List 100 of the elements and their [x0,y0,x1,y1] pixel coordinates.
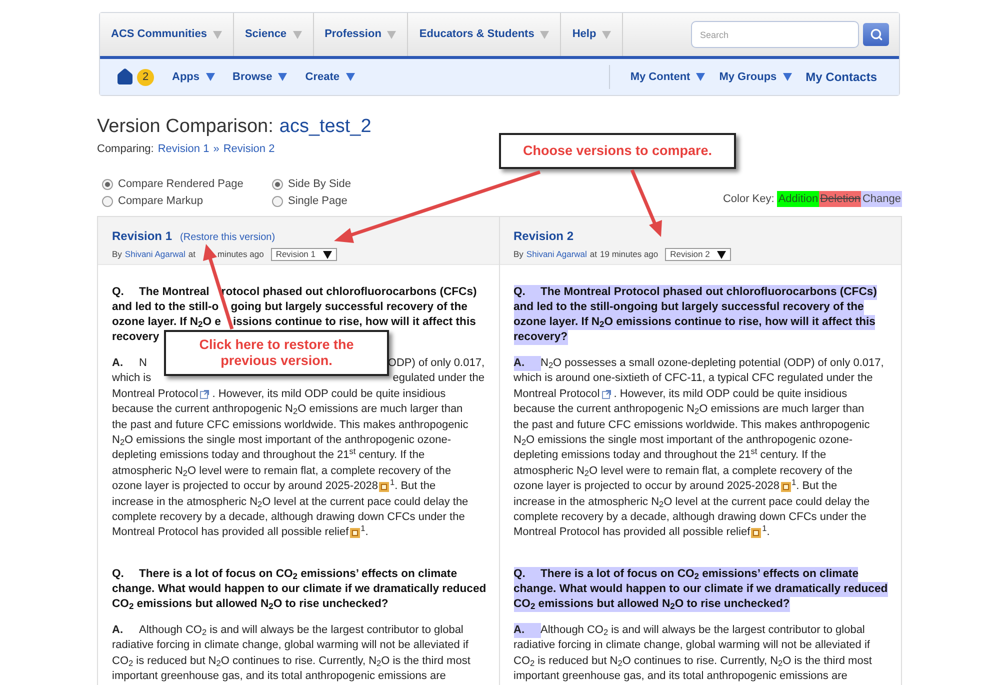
radio-label: Compare Rendered Page [118,177,244,192]
restore-link[interactable]: (Restore this version) [180,230,276,245]
question-text: going but largely successful recovery of the [230,300,468,315]
question-text: CO$_{2}$ emissions but allowed N$_{2}$O to rise unchecked? [514,596,790,612]
radio-button[interactable] [272,196,283,206]
answer-text: N [139,356,147,371]
question-text: ozone layer. If N$_{2}$O e [112,315,221,330]
caret-icon [387,30,396,38]
nav-menu-item[interactable]: Browse [232,68,288,86]
external-link-icon[interactable] [602,388,612,399]
page-title: Version Comparison: [97,116,274,138]
radio-button[interactable] [102,196,113,206]
at-label: at [590,248,597,261]
revision-link[interactable]: Revision 1 [158,141,210,157]
question-marker: Q. [112,566,125,582]
comparing-label: Comparing: [97,142,154,157]
answer-marker: A. [514,356,540,372]
answer-text: the past and future CFC emissions worldwide. This makes anthropogenic [514,418,870,433]
radio-button[interactable] [272,178,283,190]
callout-text: Choose versions to compare. [522,142,712,160]
answer-text: $^{1}$. [360,525,368,540]
answer-text: Montreal Protocol [514,386,600,402]
answer-text: atmospheric N$_{2}$O level were to remain flat, a complete recovery of the [112,464,452,479]
at-label: at [188,248,196,261]
question-text: ozone layer. If N$_{2}$O emissions continue to rise, how will it affect this [514,315,876,330]
reference-icon[interactable] [751,528,762,538]
revision-title: Revision 2 [514,228,574,245]
answer-text: egulated under the [392,371,484,386]
answer-text: the past and future CFC emissions worldwide. This makes anthropogenic [112,418,468,433]
time-label: minutes ago [218,248,264,261]
question-text: change. What would happen to our climate if we dramatically reduced [514,582,888,597]
by-label: By [514,248,524,261]
author-link[interactable]: Shivani Agarwal [124,248,186,261]
notification-badge: 2 [137,68,154,86]
answer-text: ozone layer is projected to occur by around 2025-2028 [514,479,780,494]
question-text: CO$_{2}$ emissions but allowed N$_{2}$O to rise unchecked? [112,596,388,612]
answer-text: complete recovery by a decade, although drawing down CFCs under the [514,510,866,525]
question-text: recovery [112,330,160,345]
caret-icon [716,250,726,258]
search-icon [870,28,882,41]
answer-text: increase in the atmospheric N$_{2}$O level at the current pace could delay the [112,494,468,510]
caret-icon [782,73,792,81]
reference-icon[interactable] [350,528,360,538]
nav-menu-item[interactable]: My Contacts [806,68,877,86]
question-text: change. What would happen to our climate if we dramatically reduced [112,582,486,597]
answer-text: $^{1}$. But the [390,479,436,494]
nav-menu-item[interactable]: My Content [630,68,706,86]
color-key-swatch: Deletion [819,191,862,207]
document-link[interactable]: acs_test_2 [279,116,372,138]
question-text: The Montreal [139,285,210,300]
color-key-swatch: Addition [777,191,820,207]
answer-text: $^{1}$. [762,525,770,540]
revision-link[interactable]: Revision 2 [223,141,275,157]
caret-icon [212,30,222,38]
search-field[interactable]: Search [691,21,859,48]
answer-text: increase in the atmospheric N$_{2}$O level at the current pace could delay the [514,494,870,510]
answer-text: . However, its mild ODP could be quite insidious [212,386,446,402]
radio-label: Side By Side [288,177,351,192]
answer-text: Montreal Protocol has provided all possible relief [514,525,750,540]
answer-text: important greenhouse gas, and its total anthropogenic emissions are [514,669,848,684]
callout-text: Click here to restore the previous version. [199,337,354,369]
caret-icon [206,73,214,81]
caret-icon [602,30,612,38]
answer-text: depleting emissions today and throughout the 21$^{st}$ century. If the [514,448,826,464]
revision-select[interactable]: Revision 1 [270,248,336,261]
caret-icon [292,30,302,38]
nav-menu-item[interactable]: Apps [172,68,214,86]
caret-icon [278,73,288,81]
question-text: rotocol phased out chlorofluorocarbons (CFCs) [221,285,477,300]
question-text: and led to the still-ongoing but largely successful recovery of the [514,300,864,315]
answer-marker: A. [514,622,540,638]
radio-label: Compare Markup [118,194,203,209]
answer-text: Although CO$_{2}$ is and will always be the largest contributor to global [139,622,464,638]
search-button[interactable] [863,23,889,46]
answer-text: Although CO$_{2}$ is and will always be the largest contributor to global [540,622,865,638]
external-link-icon[interactable] [200,388,210,399]
author-link[interactable]: Shivani Agarwal [526,248,587,261]
nav-menu-item[interactable]: My Groups [719,68,792,86]
answer-text: depleting emissions today and throughout the 21$^{st}$ century. If the [112,448,425,464]
question-text: The Montreal Protocol phased out chlorofluorocarbons (CFCs) [540,285,877,300]
answer-text: atmospheric N$_{2}$O level were to remain flat, a complete recovery of the [514,464,853,479]
radio-button[interactable] [102,178,113,190]
nav-menu-item[interactable]: Create [305,68,354,86]
color-key-swatch: Change [861,191,902,207]
answer-text: ODP) of only 0.017, [388,356,484,371]
color-key-label: Color Key: [722,192,774,207]
answer-text: radiative forcing in climate change, global warming will not be alleviated if [112,638,468,654]
answer-text: N$_{2}$O emissions the single most important of the anthropogenic ozone- [514,433,853,448]
answer-text: which is around one-sixtieth of CFC-11, a typical CFC regulated under the [514,371,873,386]
reference-icon[interactable] [379,482,390,492]
reference-icon[interactable] [780,482,791,492]
caret-icon [322,250,332,258]
caret-icon [346,73,354,81]
home-icon[interactable] [116,68,134,86]
revision-select[interactable]: Revision 2 [665,248,731,261]
answer-text: because the current anthropogenic N$_{2}$O emissions are much larger than [514,402,864,418]
answer-marker: A. [112,356,124,371]
answer-text: ozone layer is projected to occur by around 2025-2028 [112,479,378,494]
radio-label: Single Page [288,194,348,209]
question-text: and led to the still-o [112,300,219,315]
